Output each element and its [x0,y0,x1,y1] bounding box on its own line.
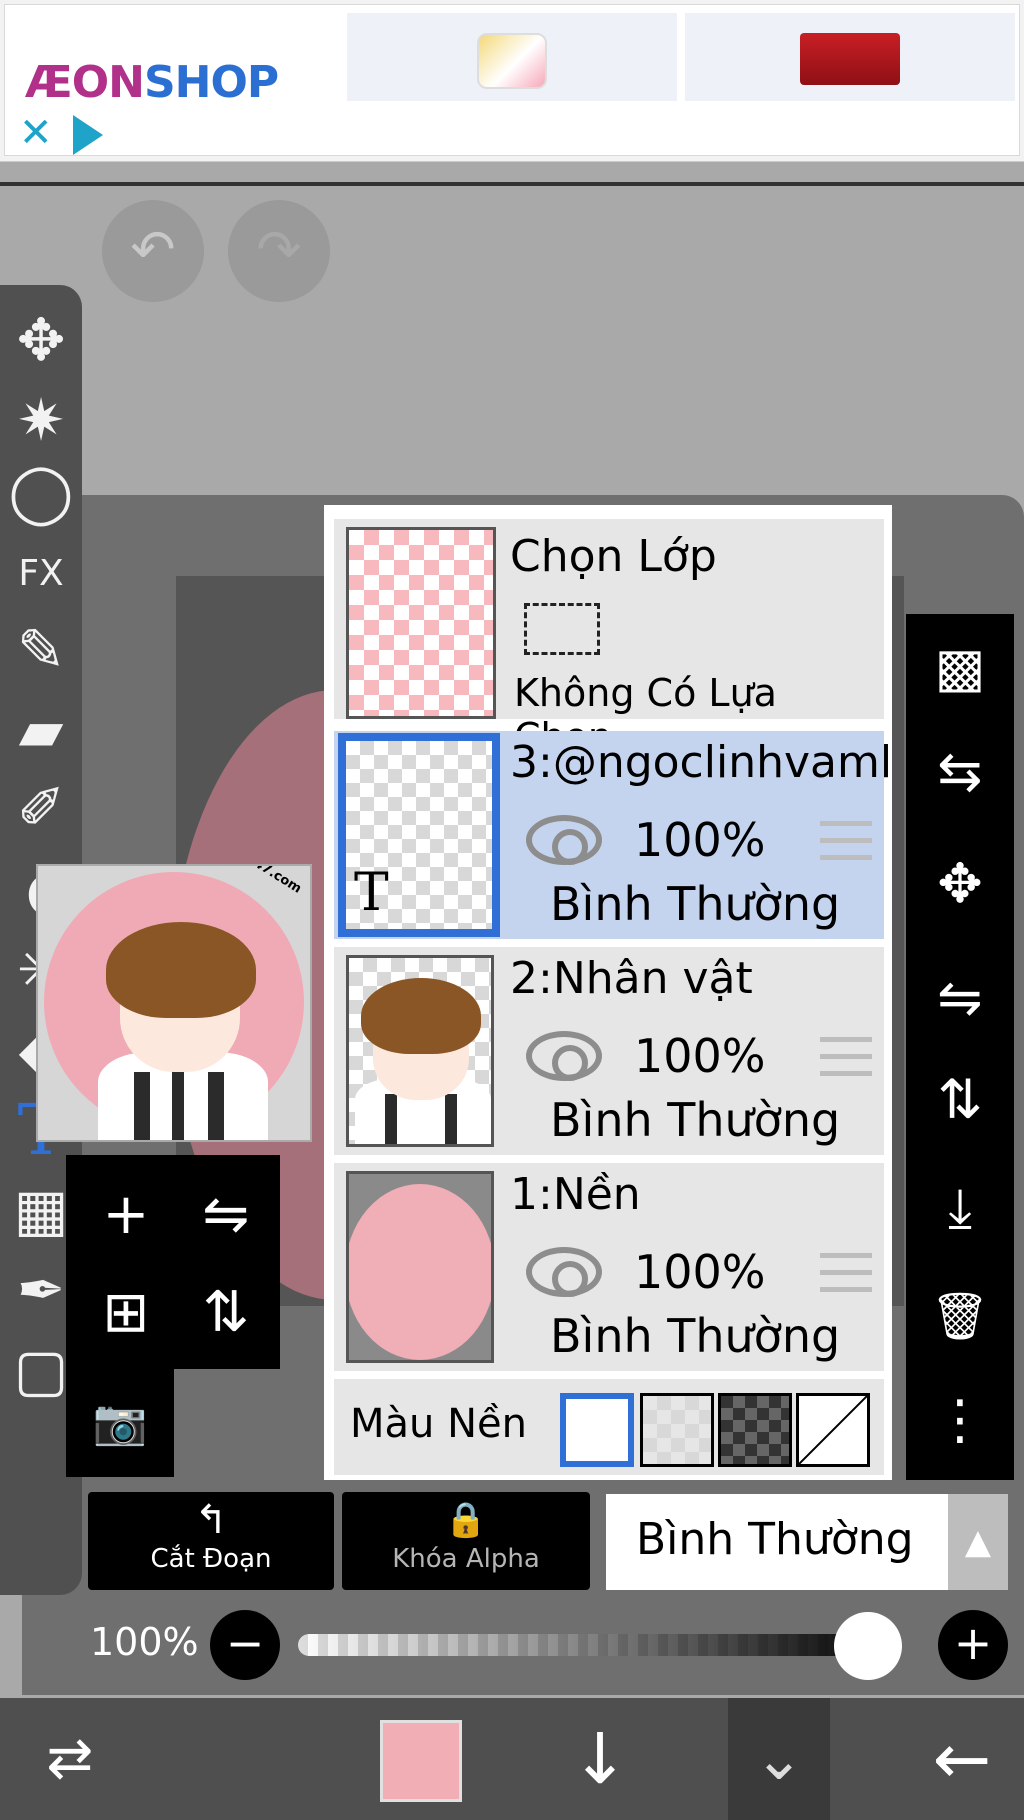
drag-handle-icon[interactable] [820,821,872,865]
text-layer-icon: T [354,863,389,923]
layer-blend-mode: Bình Thường [550,1309,841,1363]
fx-icon[interactable]: FX [0,534,82,614]
lock-icon: 🔒 [444,1500,488,1540]
visibility-eye-icon[interactable] [526,1247,602,1297]
bg-dark-checker-option[interactable] [718,1393,792,1467]
layer-thumbnail [346,1171,494,1363]
layer-blend-mode: Bình Thường [550,1093,841,1147]
drag-handle-icon[interactable] [820,1037,872,1081]
blend-mode-select[interactable]: Bình Thường [606,1494,948,1590]
smudge-icon[interactable]: ✐ [0,768,82,848]
back-arrow-icon[interactable]: ← [912,1698,1012,1820]
collapse-icon[interactable]: ⌄ [728,1698,830,1820]
alpha-lock-button[interactable]: 🔒 Khóa Alpha [342,1492,590,1590]
layer-name: 3:@ngoclinhvaml [510,737,890,788]
divider [0,182,1024,186]
bg-transparent-option[interactable] [640,1393,714,1467]
ad-choices-icon[interactable] [73,115,103,155]
selection-thumbnail [346,527,496,719]
background-color-row: Màu Nền [334,1379,884,1475]
flip-h-button[interactable]: ⇋ [178,1167,274,1263]
layer-name: 1:Nền [510,1169,641,1220]
camera-layer-button[interactable]: 📷 [72,1375,168,1471]
ad-product-brands[interactable] [685,13,1015,101]
artwork-thumbnail: @ngoclinhvamlam hoidap247.com [36,864,312,1142]
layer-opacity: 100% [634,1245,766,1299]
ad-close-icon[interactable]: ✕ [19,113,53,153]
flip-vertical-icon[interactable]: ⇅ [906,1052,1014,1148]
undo-button[interactable]: ↶ [102,200,204,302]
character-illustration [78,902,278,1140]
clipping-button[interactable]: ↰ Cắt Đoạn [88,1492,334,1590]
opacity-minus-button[interactable]: − [210,1610,280,1680]
layer-name: 2:Nhân vật [510,953,753,1004]
select-layer-row[interactable]: Chọn Lớp Không Có Lựa Chọn [334,519,884,759]
layer-action-panel: + ⇋ ⊞ ⇅ [66,1155,280,1369]
layer-blend-mode: Bình Thường [550,877,841,931]
move-layer-icon[interactable]: ✥ [906,836,1014,932]
opacity-plus-button[interactable]: + [938,1610,1008,1680]
redo-button[interactable]: ↷ [228,200,330,302]
blend-mode-value: Bình Thường [636,1514,914,1565]
layer-opacity: 100% [634,813,766,867]
layer-thumbnail [346,955,494,1147]
merge-down-icon[interactable]: ⤓ [906,1160,1014,1256]
opacity-value: 100% [90,1620,199,1664]
bottom-nav: ⇄ ↓ ⌄ ← [0,1698,1024,1820]
add-layer-button[interactable]: + [78,1167,174,1263]
clipping-label: Cắt Đoạn [150,1544,272,1574]
trash-icon[interactable]: 🗑 [906,1268,1014,1364]
blend-mode-dropdown-icon[interactable]: ▲ [948,1494,1008,1590]
ad-container[interactable]: ÆONSHOP ✕ [4,4,1020,156]
layers-panel: Chọn Lớp Không Có Lựa Chọn T 3:@ngoclinh… [324,505,892,1480]
duplicate-layer-button[interactable]: ⊞ [78,1265,174,1361]
alpha-lock-label: Khóa Alpha [392,1544,540,1574]
brush-icon[interactable]: ✎ [0,610,82,690]
bg-none-option[interactable] [796,1393,870,1467]
character-thumbnail [349,968,491,1144]
layer-action-panel-ext: 📷 [66,1369,174,1477]
transparency-icon[interactable]: ▩ [906,620,1014,716]
select-layer-title: Chọn Lớp [510,531,717,582]
brands-image [800,33,900,85]
clip-icon: ↰ [194,1497,228,1543]
flip-horizontal-icon[interactable]: ⇋ [906,950,1014,1046]
drag-handle-icon[interactable] [820,1253,872,1297]
down-arrow-icon[interactable]: ↓ [550,1698,650,1820]
ad-logo[interactable]: ÆONSHOP [25,57,279,108]
visibility-eye-icon[interactable] [526,1031,602,1081]
ad-banner[interactable]: ÆONSHOP ✕ [0,0,1024,162]
magic-wand-icon[interactable]: ✷ [0,380,82,460]
swap-layer-icon[interactable]: ⇆ [906,724,1014,820]
visibility-eye-icon[interactable] [526,815,602,865]
layer-row[interactable]: T 3:@ngoclinhvaml 100% Bình Thường [334,731,890,939]
current-color-swatch[interactable] [380,1720,462,1802]
more-icon[interactable]: ⋮ [906,1372,1014,1468]
selection-icon [524,603,600,655]
eraser-icon[interactable]: ▰ [0,690,82,770]
opacity-slider[interactable] [298,1634,892,1656]
background-circle [349,1184,491,1360]
opacity-slider-knob[interactable] [834,1612,902,1680]
background-color-label: Màu Nền [350,1401,527,1447]
layer-row[interactable]: 1:Nền 100% Bình Thường [334,1163,884,1371]
yogurt-image [477,33,547,89]
layer-row[interactable]: 2:Nhân vật 100% Bình Thường [334,947,884,1155]
layer-thumbnail: T [338,733,500,937]
move-tool-icon[interactable]: ✥ [0,300,82,380]
bg-white-option[interactable] [560,1393,634,1467]
lasso-icon[interactable]: ◯ [0,452,82,532]
layer-opacity: 100% [634,1029,766,1083]
ad-product-yogurt[interactable] [347,13,677,101]
flip-v-button[interactable]: ⇅ [178,1265,274,1361]
brush-eraser-swap-icon[interactable]: ⇄ [20,1698,120,1820]
